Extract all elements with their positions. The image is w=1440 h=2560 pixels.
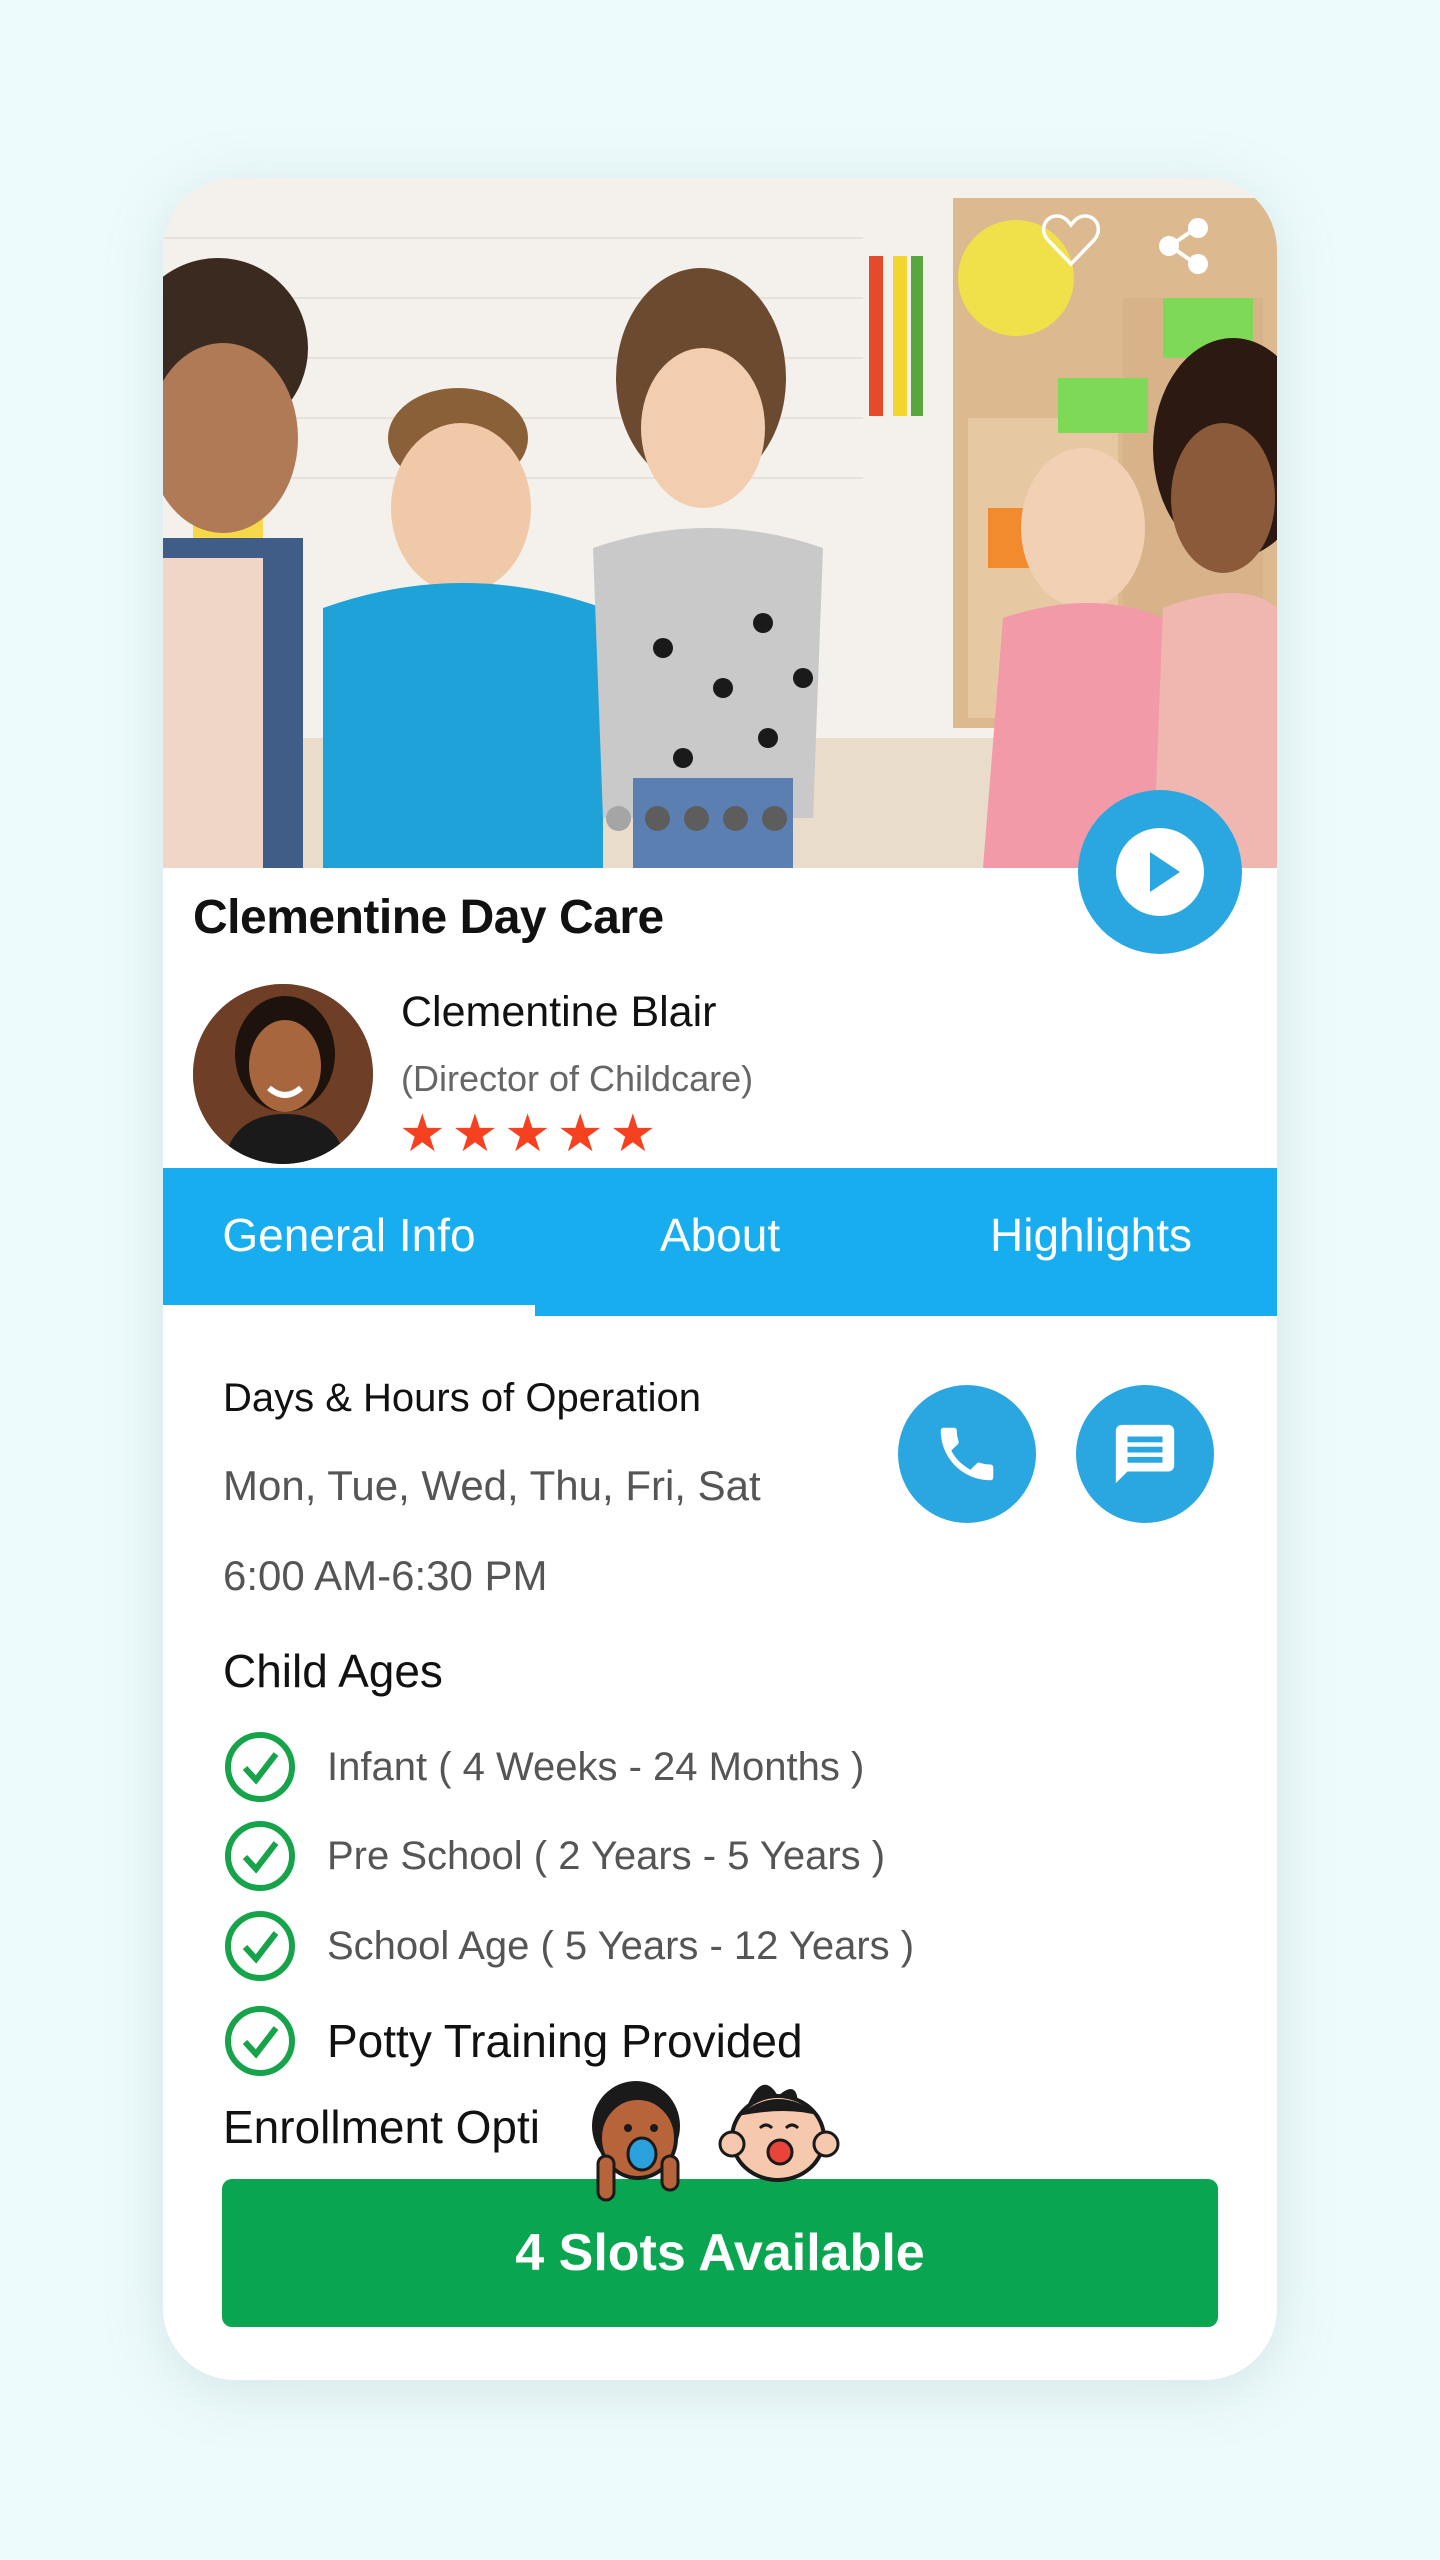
hours-heading: Days & Hours of Operation: [223, 1376, 701, 1420]
check-circle-icon: [225, 1911, 295, 1981]
star-icon: ★: [504, 1105, 551, 1163]
share-icon[interactable]: [1156, 216, 1216, 276]
children-classroom-photo: [163, 178, 1277, 868]
tab-general-info[interactable]: General Info: [163, 1168, 535, 1316]
star-icon: ★: [609, 1105, 657, 1163]
baby-mascots-icon: [592, 2081, 840, 2202]
favorite-heart-icon[interactable]: [1041, 212, 1101, 268]
call-button[interactable]: [898, 1385, 1036, 1523]
message-button[interactable]: [1076, 1385, 1214, 1523]
enrollment-heading: Enrollment Opti: [223, 2101, 541, 2153]
potty-training-item: Potty Training Provided: [223, 2004, 803, 2078]
tab-highlights[interactable]: Highlights: [905, 1168, 1277, 1316]
director-avatar[interactable]: [193, 984, 373, 1164]
potty-training-label: Potty Training Provided: [327, 2015, 803, 2067]
director-role: (Director of Childcare): [401, 1058, 754, 1099]
child-age-item: Pre School ( 2 Years - 5 Years ): [223, 1819, 885, 1893]
child-age-item: School Age ( 5 Years - 12 Years ): [223, 1909, 914, 1983]
child-age-label: Infant ( 4 Weeks - 24 Months ): [327, 1744, 865, 1789]
play-icon: [1116, 828, 1204, 916]
star-icon: ★: [399, 1105, 446, 1163]
child-ages-heading: Child Ages: [223, 1645, 443, 1697]
child-age-label: Pre School ( 2 Years - 5 Years ): [327, 1833, 886, 1878]
tab-about[interactable]: About: [535, 1168, 905, 1316]
daycare-profile-card: Clementine Day Care Clementine Blair (Di…: [163, 178, 1277, 2380]
operating-hours: 6:00 AM-6:30 PM: [223, 1552, 548, 1599]
rating-stars: ★ ★ ★ ★ ★: [399, 1108, 656, 1160]
operating-days: Mon, Tue, Wed, Thu, Fri, Sat: [223, 1462, 761, 1509]
check-circle-icon: [225, 2006, 295, 2076]
star-icon: ★: [451, 1105, 499, 1163]
carousel-dot[interactable]: [645, 806, 670, 831]
check-circle-icon: [225, 1821, 295, 1891]
hero-image-carousel[interactable]: [163, 178, 1277, 868]
phone-icon: [940, 1427, 994, 1481]
child-age-label: School Age ( 5 Years - 12 Years ): [327, 1923, 915, 1968]
play-video-button[interactable]: [1078, 790, 1242, 954]
daycare-name: Clementine Day Care: [193, 891, 664, 944]
director-name: Clementine Blair: [401, 988, 717, 1036]
carousel-dot[interactable]: [723, 806, 748, 831]
carousel-dots: [606, 806, 787, 831]
check-circle-icon: [225, 1732, 295, 1802]
tab-bar: General Info About Highlights: [163, 1168, 1277, 1316]
carousel-dot[interactable]: [606, 806, 631, 831]
carousel-dot[interactable]: [684, 806, 709, 831]
child-age-item: Infant ( 4 Weeks - 24 Months ): [223, 1730, 864, 1804]
director-photo: [193, 984, 373, 1164]
active-tab-indicator: [163, 1305, 535, 1316]
star-icon: ★: [556, 1105, 604, 1163]
carousel-dot[interactable]: [762, 806, 787, 831]
message-icon: [1115, 1424, 1175, 1484]
